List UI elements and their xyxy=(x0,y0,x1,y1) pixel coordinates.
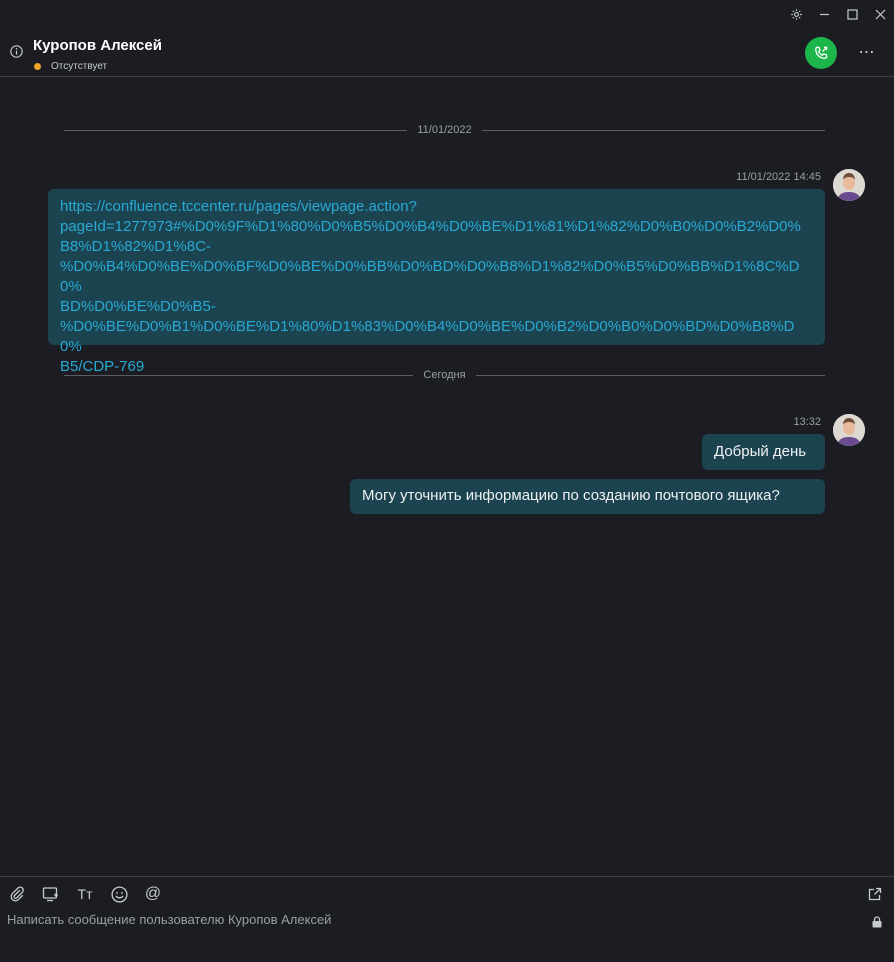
message-text: Добрый день xyxy=(714,443,807,460)
message-bubble: Могу уточнить информацию по созданию поч… xyxy=(350,479,825,514)
text-format-icon[interactable]: Tт xyxy=(74,883,96,905)
avatar[interactable] xyxy=(833,414,865,446)
divider-line xyxy=(481,129,825,131)
expand-icon[interactable] xyxy=(864,883,886,905)
message-composer: Tт @ Написать сообщение пользователю Кур… xyxy=(0,876,894,962)
gear-icon[interactable] xyxy=(782,4,810,24)
window-controls xyxy=(782,4,894,24)
date-divider: Сегодня xyxy=(64,368,826,382)
avatar[interactable] xyxy=(833,169,865,201)
message-timestamp: 13:32 xyxy=(793,416,821,428)
attach-icon[interactable] xyxy=(6,883,28,905)
date-divider-label: Сегодня xyxy=(423,369,466,381)
mention-icon[interactable]: @ xyxy=(142,883,164,905)
maximize-icon[interactable] xyxy=(838,4,866,24)
lock-icon xyxy=(872,915,882,928)
message-timestamp: 11/01/2022 14:45 xyxy=(736,171,821,183)
date-divider: 11/01/2022 xyxy=(64,123,825,137)
message-text: Могу уточнить информацию по созданию поч… xyxy=(362,487,780,504)
phone-icon xyxy=(815,46,828,59)
status-dot-icon xyxy=(34,63,41,70)
emoji-icon[interactable] xyxy=(108,883,130,905)
divider-line xyxy=(64,374,414,376)
date-divider-label: 11/01/2022 xyxy=(417,124,472,136)
status-text: Отсутствует xyxy=(51,61,108,72)
chat-header: Куропов Алексей Отсутствует ⋯ xyxy=(0,28,894,77)
message-link[interactable]: https://confluence.tccenter.ru/pages/vie… xyxy=(60,197,813,377)
screen-share-icon[interactable] xyxy=(40,883,62,905)
info-icon[interactable] xyxy=(10,45,23,58)
message-bubble: Добрый день xyxy=(702,434,825,470)
message-bubble-link: https://confluence.tccenter.ru/pages/vie… xyxy=(48,189,825,375)
contact-name[interactable]: Куропов Алексей xyxy=(33,37,162,54)
message-input[interactable]: Написать сообщение пользователю Куропов … xyxy=(7,912,331,927)
minimize-icon[interactable] xyxy=(810,4,838,24)
close-icon[interactable] xyxy=(866,4,894,24)
divider-line xyxy=(475,374,826,376)
presence-status: Отсутствует xyxy=(34,61,107,72)
divider-line xyxy=(64,129,408,131)
more-options-button[interactable]: ⋯ xyxy=(855,40,879,64)
call-button[interactable] xyxy=(805,37,837,69)
